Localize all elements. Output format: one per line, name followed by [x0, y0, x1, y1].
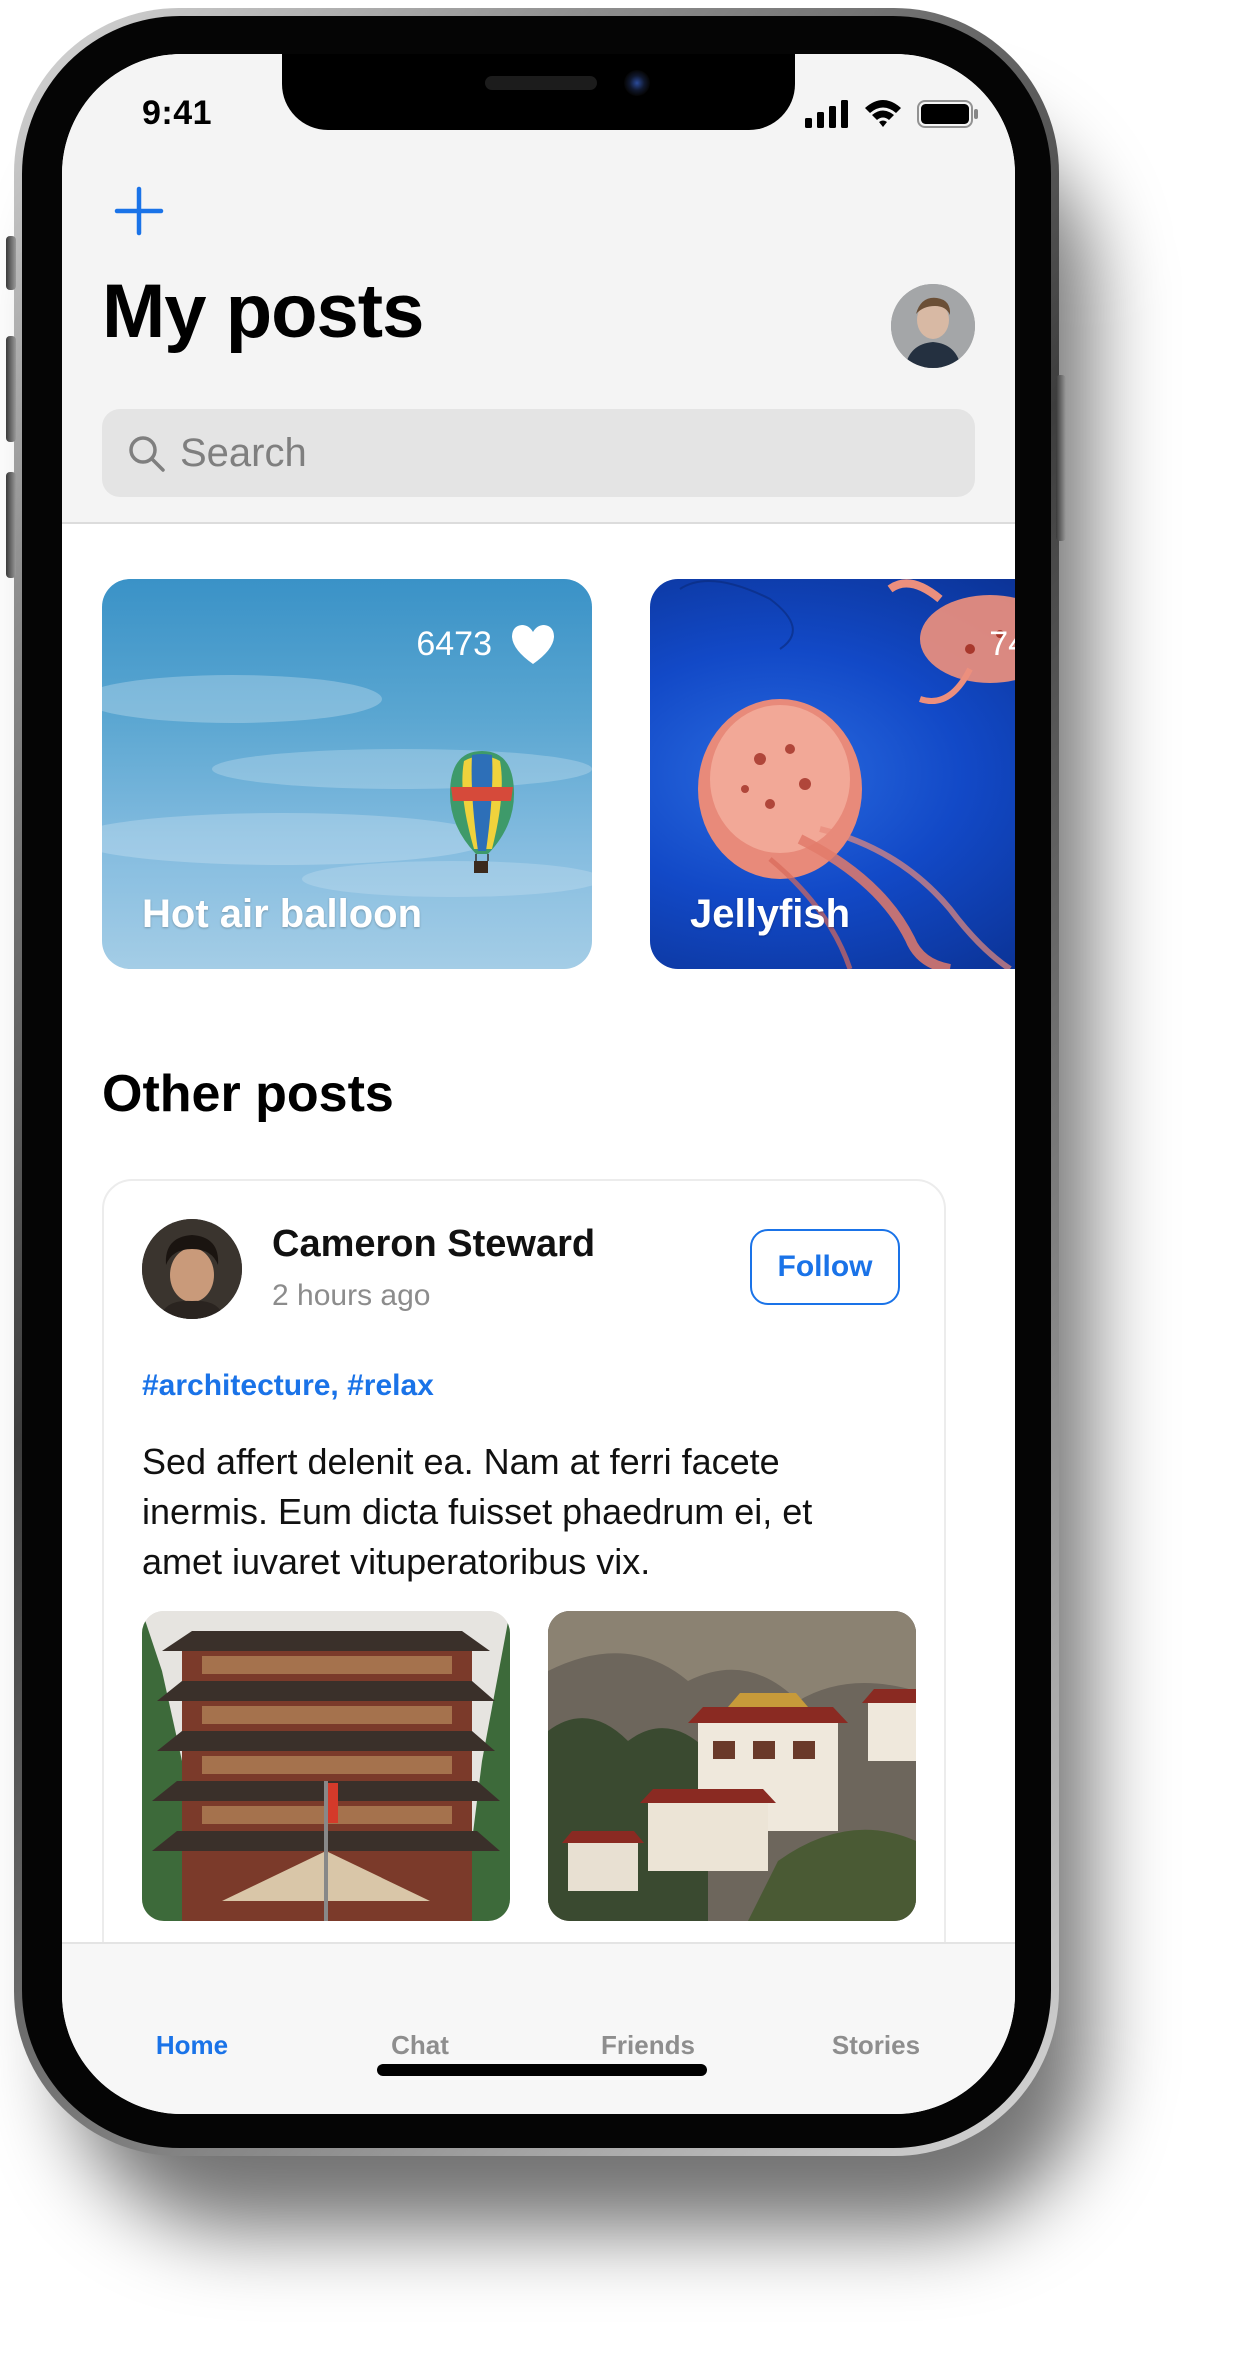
follow-button[interactable]: Follow	[750, 1229, 900, 1305]
volume-down-button	[6, 472, 16, 578]
page-title: My posts	[102, 269, 424, 354]
power-button	[1056, 375, 1066, 541]
volume-up-button	[6, 336, 16, 442]
post-tags[interactable]: #architecture, #relax	[142, 1369, 434, 1403]
earpiece-speaker	[485, 76, 597, 90]
notch	[282, 54, 795, 130]
my-post-card-jellyfish[interactable]: 748 Jellyfish	[650, 579, 1015, 969]
likes-count: 748	[989, 624, 1015, 663]
plus-icon[interactable]	[114, 186, 164, 236]
tab-stories[interactable]: Stories	[776, 2030, 976, 2061]
search-input[interactable]	[178, 429, 942, 477]
post-timestamp: 2 hours ago	[272, 1279, 431, 1312]
monastery-photo	[548, 1611, 916, 1921]
home-indicator[interactable]	[377, 2064, 707, 2076]
mute-switch	[6, 236, 16, 290]
likes-counter: 6473	[416, 623, 556, 665]
post-body: Sed affert delenit ea. Nam at ferri face…	[142, 1441, 813, 1582]
tab-friends[interactable]: Friends	[548, 2030, 748, 2061]
likes-count: 6473	[416, 624, 492, 663]
post-image-monastery[interactable]	[548, 1611, 916, 1921]
battery-icon	[917, 100, 978, 128]
front-camera	[624, 70, 650, 96]
post-image-pagoda[interactable]	[142, 1611, 510, 1921]
search-icon	[129, 436, 165, 472]
status-icons	[805, 98, 979, 128]
profile-avatar[interactable]	[891, 284, 975, 368]
section-title-other-posts: Other posts	[102, 1065, 394, 1123]
card-title: Hot air balloon	[142, 892, 422, 936]
author-avatar[interactable]	[142, 1219, 242, 1319]
author-name[interactable]: Cameron Steward	[272, 1223, 595, 1266]
likes-counter: 748	[989, 623, 1015, 665]
status-time: 9:41	[142, 94, 213, 132]
cellular-signal-icon	[805, 100, 848, 128]
tab-home[interactable]: Home	[92, 2030, 292, 2061]
tab-chat[interactable]: Chat	[320, 2030, 520, 2061]
my-post-card-hot-air-balloon[interactable]: 6473 Hot air balloon	[102, 579, 592, 969]
search-bar[interactable]	[102, 409, 975, 497]
profile-photo	[891, 284, 975, 368]
tab-bar: Home Chat Friends Stories	[62, 1942, 1015, 2114]
pagoda-photo	[142, 1611, 510, 1921]
heart-icon[interactable]	[510, 623, 556, 665]
author-photo	[142, 1219, 242, 1319]
phone-screen: 9:41 My posts Search 6473 Hot air balloo…	[62, 54, 1015, 2114]
card-title: Jellyfish	[690, 892, 851, 936]
wifi-icon	[865, 100, 901, 127]
